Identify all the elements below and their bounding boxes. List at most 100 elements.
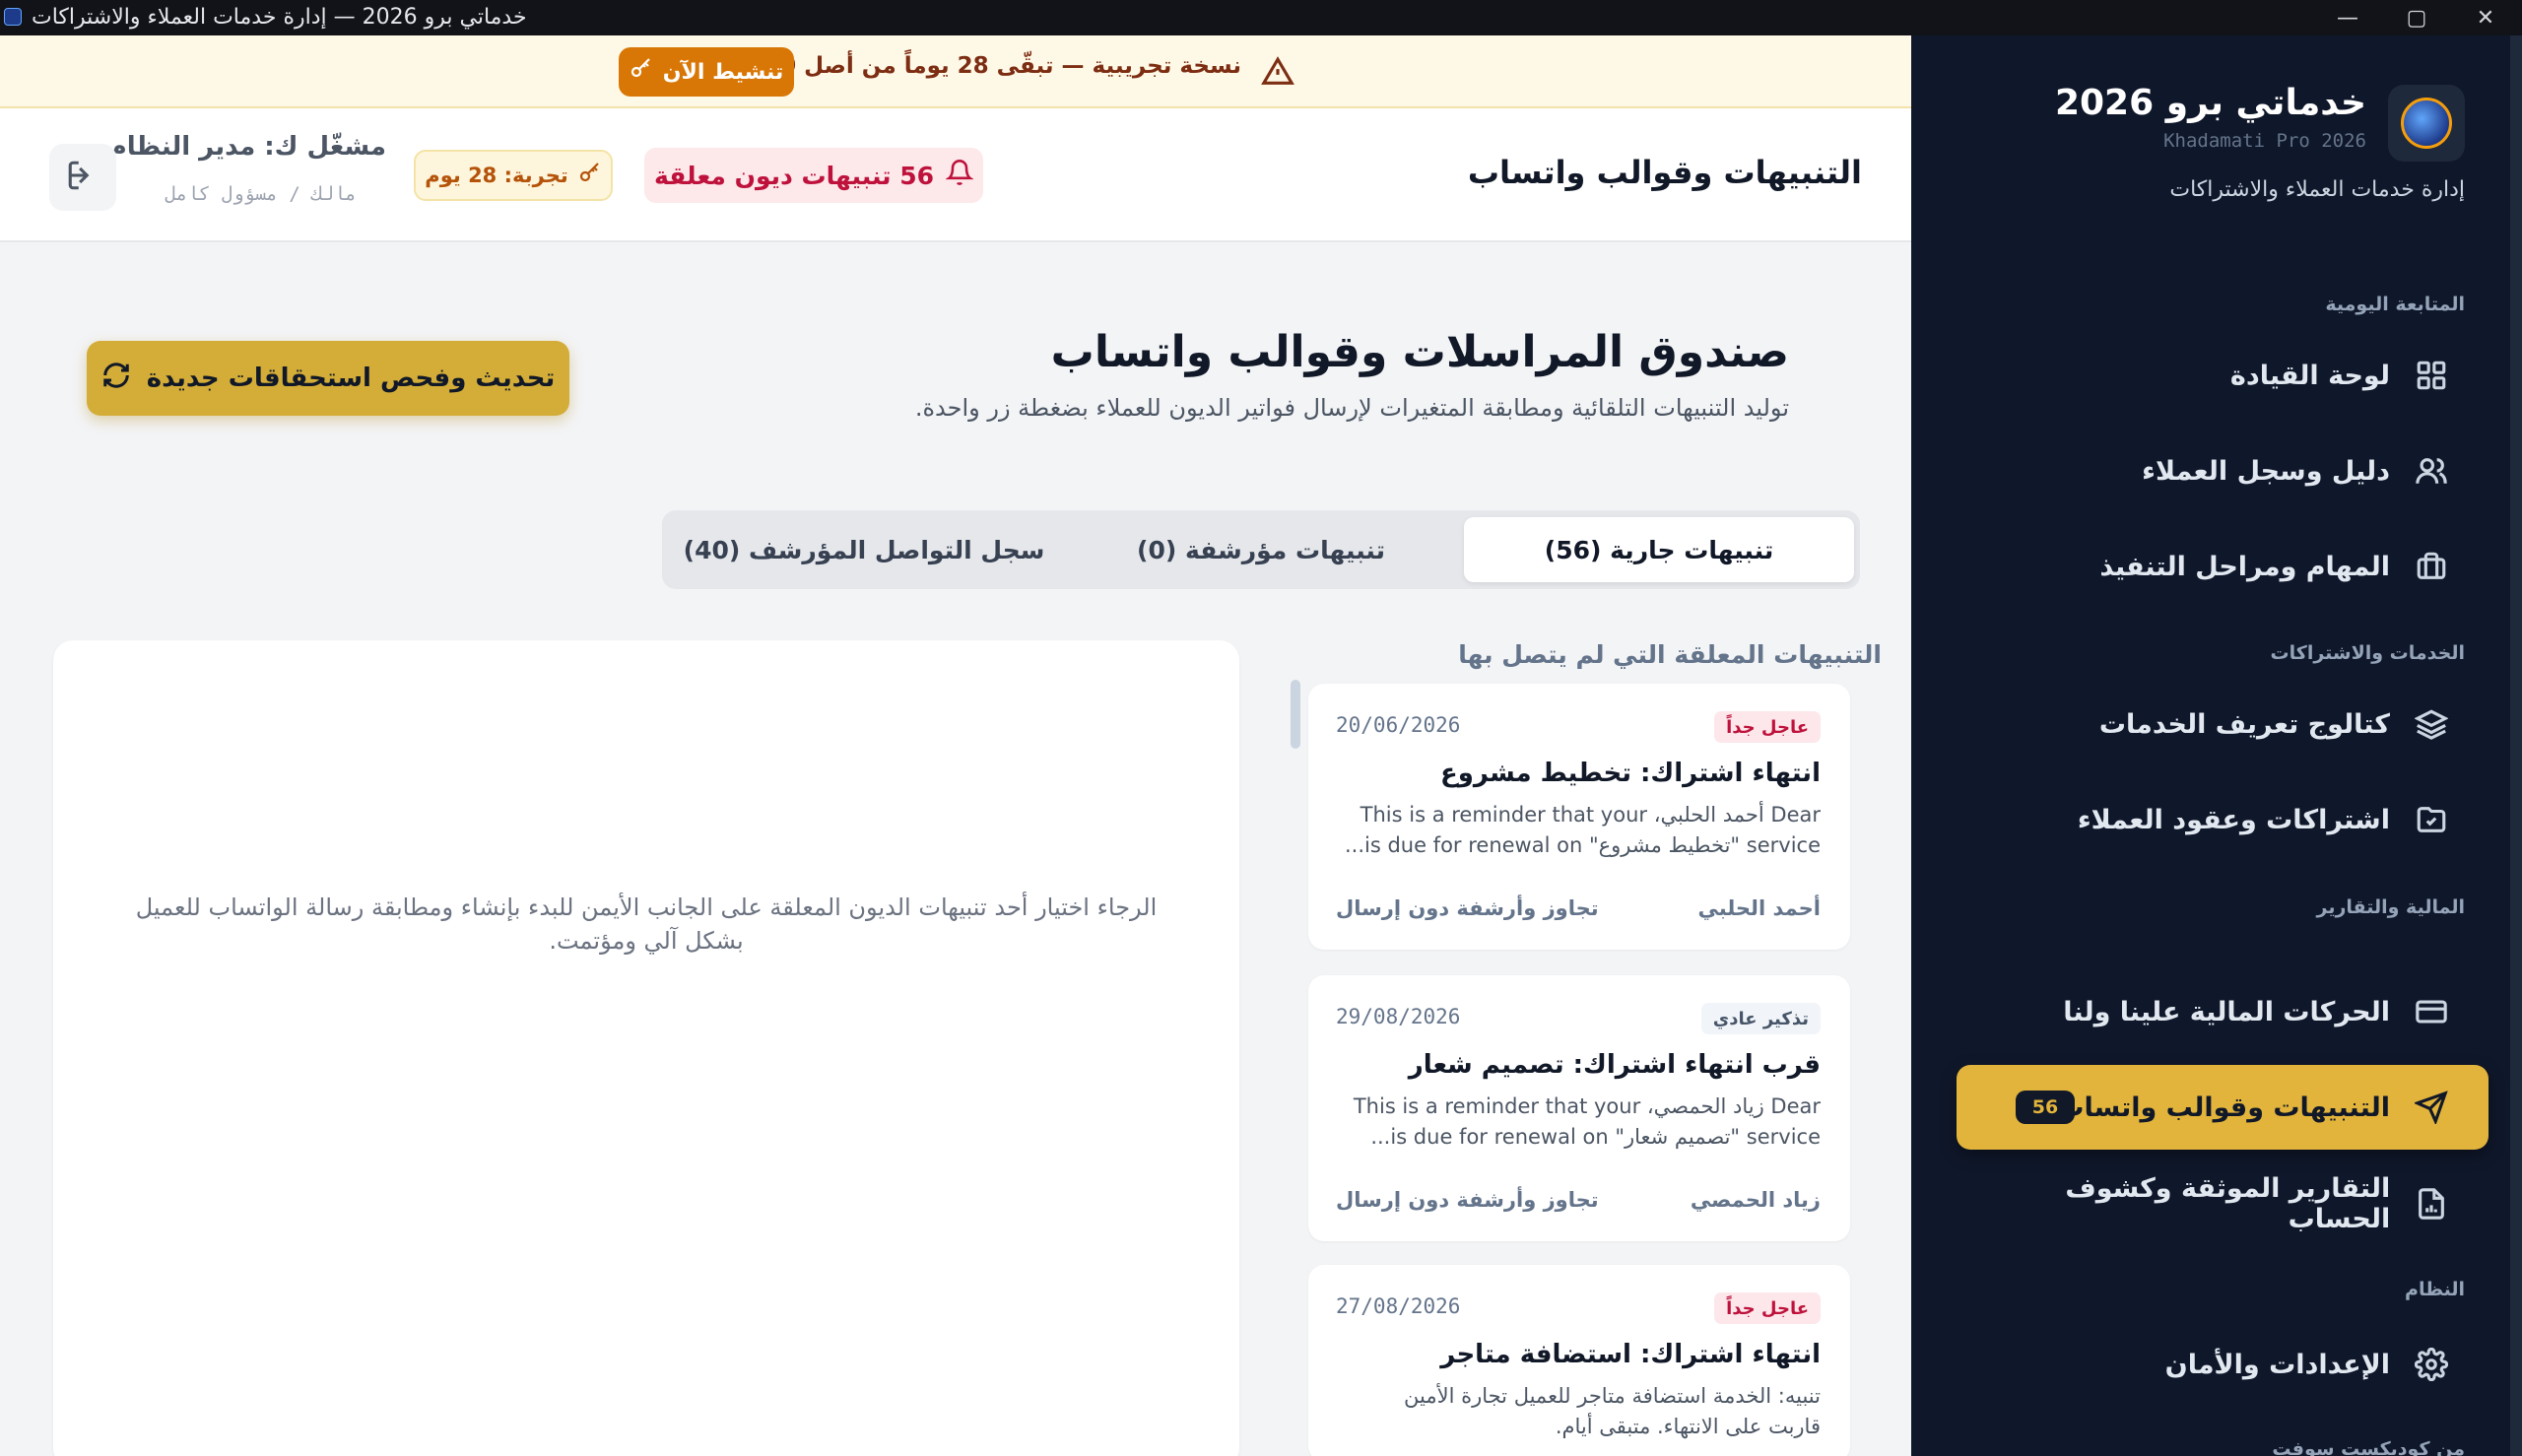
pending-alerts-pill[interactable]: 56 تنبيهات ديون معلقة [644, 148, 983, 203]
alert-message-line: service "تصميم شعار" is due for renewal … [1370, 1125, 1821, 1149]
alert-title: انتهاء اشتراك: استضافة متاجر [1440, 1340, 1821, 1369]
sidebar-item-subscriptions[interactable]: اشتراكات وعقود العملاء [1957, 777, 2489, 862]
sidebar-item-label: الحركات المالية علينا ولنا [2063, 996, 2390, 1027]
skip-archive-link[interactable]: تجاوز وأرشفة دون إرسال [1336, 1188, 1599, 1212]
hero-description: توليد التنبيهات التلقائية ومطابقة المتغي… [914, 394, 1789, 422]
page-header: التنبيهات وقوالب واتساب 56 تنبيهات ديون … [0, 108, 1911, 242]
send-icon [2414, 1090, 2449, 1125]
message-detail-panel: الرجاء اختيار أحد تنبيهات الديون المعلقة… [53, 640, 1239, 1456]
alert-date: 20/06/2026 [1336, 713, 1461, 737]
tab-active-alerts[interactable]: تنبيهات جارية (56) [1464, 517, 1854, 582]
credit-card-icon [2414, 994, 2449, 1029]
logo-mark [2401, 98, 2452, 149]
alert-message-line: Dear زياد الحمصي، This is a reminder tha… [1353, 1094, 1821, 1118]
alert-date: 29/08/2026 [1336, 1005, 1461, 1028]
sidebar-item-clients[interactable]: دليل وسجل العملاء [1957, 429, 2489, 513]
trial-days-label: تجربة: 28 يوم [425, 164, 568, 187]
folder-check-icon [2414, 802, 2449, 837]
gear-icon [2414, 1347, 2449, 1382]
warning-icon [1261, 55, 1294, 89]
logout-icon [66, 159, 100, 196]
alert-message-line: service "تخطيط مشروع" is due for renewal… [1344, 833, 1821, 857]
tab-communication-log[interactable]: سجل التواصل المؤرشف (40) [669, 517, 1059, 582]
sidebar-item-dashboard[interactable]: لوحة القيادة [1957, 333, 2489, 418]
alert-client-name: أحمد الحلبي [1697, 896, 1821, 920]
bell-icon [945, 159, 974, 192]
sidebar-item-label: دليل وسجل العملاء [2142, 455, 2390, 487]
priority-badge: عاجل جداً [1714, 711, 1821, 743]
trial-message: نسخة تجريبية — تبقّى 28 يوماً من أصل 30 [764, 53, 1241, 79]
sidebar-item-alerts[interactable]: التنبيهات وقوالب واتساب 56 [1957, 1065, 2489, 1150]
sidebar-section-system: النظام [2405, 1279, 2465, 1300]
maximize-button[interactable]: ▢ [2382, 0, 2451, 35]
brand-title: خدماتي برو 2026 [2054, 83, 2366, 123]
grid-icon [2414, 358, 2449, 393]
refresh-label: تحديث وفحص استحقاقات جديدة [146, 364, 556, 393]
brand-tagline: إدارة خدمات العملاء والاشتراكات [2169, 177, 2465, 202]
alert-message-preview: Dear زياد الحمصي، This is a reminder tha… [1332, 1092, 1821, 1153]
sidebar-scrollbar[interactable] [2510, 35, 2522, 1456]
sidebar-item-label: التقارير الموثقة وكشوف الحساب [2065, 1173, 2391, 1234]
sidebar-item-transactions[interactable]: الحركات المالية علينا ولنا [1957, 969, 2489, 1054]
sidebar-item-label: كتالوج تعريف الخدمات [2098, 708, 2390, 740]
hero-title: صندوق المراسلات وقوالب واتساب [1050, 327, 1789, 377]
skip-archive-link[interactable]: تجاوز وأرشفة دون إرسال [1336, 896, 1599, 920]
sidebar-item-label: الإعدادات والأمان [2164, 1349, 2390, 1380]
operator-role: مالك / مسؤول كامل [165, 183, 357, 205]
alerts-list-heading: التنبيهات المعلقة التي لم يتصل بها [1458, 640, 1882, 669]
users-icon [2414, 453, 2449, 489]
brand-subtitle: Khadamati Pro 2026 [2163, 130, 2366, 152]
alert-title: انتهاء اشتراك: تخطيط مشروع [1439, 759, 1821, 788]
sidebar: خدماتي برو 2026 Khadamati Pro 2026 إدارة… [1911, 35, 2522, 1456]
refresh-icon [101, 361, 131, 397]
window-titlebar: خدماتي برو 2026 — إدارة خدمات العملاء وا… [0, 0, 2522, 35]
sidebar-item-tasks[interactable]: المهام ومراحل التنفيذ [1957, 524, 2489, 609]
sidebar-item-label: اشتراكات وعقود العملاء [2077, 804, 2390, 835]
activate-now-button[interactable]: تنشيط الآن [619, 47, 794, 97]
alert-message-preview: Dear أحمد الحلبي، This is a reminder tha… [1332, 800, 1821, 861]
priority-badge: تذكير عادي [1700, 1003, 1821, 1034]
alerts-list-scrollbar[interactable] [1291, 680, 1300, 749]
activate-label: تنشيط الآن [662, 59, 784, 85]
alert-message-line: Dear أحمد الحلبي، This is a reminder tha… [1360, 803, 1821, 827]
tab-archived-alerts[interactable]: تنبيهات مؤرشفة (0) [1066, 517, 1456, 582]
operator-name: مشغّل ك: مدير النظام [107, 132, 386, 162]
alert-title: قرب انتهاء اشتراك: تصميم شعار [1408, 1050, 1821, 1080]
briefcase-icon [2414, 549, 2449, 584]
sidebar-item-label: التنبيهات وقوالب واتساب [2057, 1092, 2390, 1123]
sidebar-item-catalog[interactable]: كتالوج تعريف الخدمات [1957, 682, 2489, 766]
key-icon [630, 57, 653, 87]
trial-days-pill: تجربة: 28 يوم [414, 150, 613, 201]
file-chart-icon [2414, 1186, 2449, 1222]
sidebar-item-label: لوحة القيادة [2229, 360, 2390, 391]
window-title: خدماتي برو 2026 — إدارة خدمات العملاء وا… [32, 5, 527, 30]
sidebar-item-reports[interactable]: التقارير الموثقة وكشوف الحساب [1957, 1161, 2489, 1246]
page-title: التنبيهات وقوالب واتساب [1467, 154, 1862, 191]
alert-message-preview: تنبيه: الخدمة استضافة متاجر للعميل تجارة… [1332, 1381, 1821, 1442]
app-icon [4, 8, 22, 26]
sidebar-section-vendor: من كوديكست سوفت [2272, 1438, 2465, 1456]
alerts-tabs: تنبيهات جارية (56) تنبيهات مؤرشفة (0) سج… [662, 510, 1860, 589]
pending-alerts-label: 56 تنبيهات ديون معلقة [653, 161, 935, 190]
sidebar-section-daily: المتابعة اليومية [2325, 294, 2465, 315]
alerts-count-badge: 56 [2016, 1091, 2075, 1124]
priority-badge: عاجل جداً [1714, 1292, 1821, 1324]
trial-banner: نسخة تجريبية — تبقّى 28 يوماً من أصل 30 … [0, 35, 1911, 108]
refresh-check-button[interactable]: تحديث وفحص استحقاقات جديدة [87, 341, 569, 416]
logout-button[interactable] [49, 144, 116, 211]
empty-state-hint: الرجاء اختيار أحد تنبيهات الديون المعلقة… [135, 893, 1158, 955]
alert-card[interactable]: تذكير عادي 29/08/2026 قرب انتهاء اشتراك:… [1308, 975, 1850, 1241]
sidebar-section-services: الخدمات والاشتراكات [2270, 642, 2465, 664]
brand-logo [2388, 85, 2465, 162]
alert-message-line: تنبيه: الخدمة استضافة متاجر للعميل تجارة… [1404, 1384, 1821, 1408]
alert-message-line: قاربت على الانتهاء. متبقى أيام. [1555, 1415, 1821, 1438]
alert-card[interactable]: عاجل جداً 27/08/2026 انتهاء اشتراك: استض… [1308, 1265, 1850, 1456]
sidebar-item-label: المهام ومراحل التنفيذ [2099, 551, 2390, 582]
alert-date: 27/08/2026 [1336, 1294, 1461, 1318]
sidebar-item-settings[interactable]: الإعدادات والأمان [1957, 1322, 2489, 1407]
key-icon [578, 162, 602, 190]
close-button[interactable]: ✕ [2451, 0, 2520, 35]
layers-icon [2414, 706, 2449, 742]
minimize-button[interactable]: — [2313, 0, 2382, 35]
alert-card[interactable]: عاجل جداً 20/06/2026 انتهاء اشتراك: تخطي… [1308, 684, 1850, 950]
